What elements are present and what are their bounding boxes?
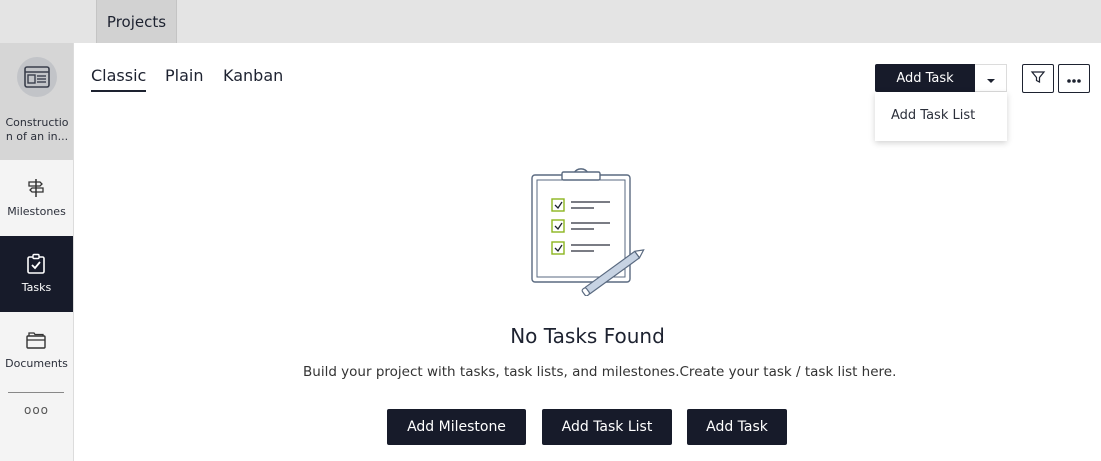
add-task-list-button[interactable]: Add Task List — [542, 409, 672, 445]
add-task-cta-button[interactable]: Add Task — [687, 409, 787, 445]
add-task-dropdown-menu: Add Task List — [875, 92, 1007, 141]
top-bar: Projects — [0, 0, 1101, 43]
empty-state-description: Build your project with tasks, task list… — [303, 364, 897, 380]
project-name: Constructio n of an in... — [5, 116, 69, 143]
project-switcher[interactable]: Constructio n of an in... — [0, 43, 73, 160]
add-milestone-button[interactable]: Add Milestone — [387, 409, 526, 445]
clipboard-check-icon — [24, 252, 48, 276]
project-icon — [17, 57, 57, 97]
tab-plain[interactable]: Plain — [165, 66, 203, 92]
signpost-icon — [24, 176, 48, 200]
sidebar-item-label: Milestones — [7, 205, 66, 218]
tab-kanban[interactable]: Kanban — [223, 66, 283, 92]
empty-state-title-text: No Tasks Found — [510, 324, 665, 348]
sidebar-item-milestones[interactable]: Milestones — [0, 160, 73, 236]
left-rail: Constructio n of an in... Milestones Tas… — [0, 43, 74, 461]
tab-classic[interactable]: Classic — [91, 66, 147, 92]
tab-projects[interactable]: Projects — [96, 0, 177, 43]
add-task-button[interactable]: Add Task — [875, 64, 975, 92]
more-options-button[interactable] — [1058, 64, 1090, 93]
rail-divider — [8, 392, 64, 393]
add-task-dropdown-toggle[interactable] — [975, 64, 1007, 92]
sidebar-item-label: Documents — [5, 357, 68, 370]
empty-clipboard-illustration — [528, 164, 646, 297]
filter-icon — [1030, 69, 1046, 89]
menu-item-add-task-list[interactable]: Add Task List — [891, 108, 975, 123]
sidebar-item-tasks[interactable]: Tasks — [0, 236, 73, 312]
filter-button[interactable] — [1022, 64, 1054, 93]
caret-down-icon — [986, 69, 996, 88]
empty-state-title: No Tasks Found — [0, 324, 1101, 348]
sidebar-item-label: Tasks — [21, 281, 52, 294]
more-menu-icon[interactable]: ooo — [0, 403, 73, 423]
ellipsis-icon — [1066, 69, 1082, 88]
